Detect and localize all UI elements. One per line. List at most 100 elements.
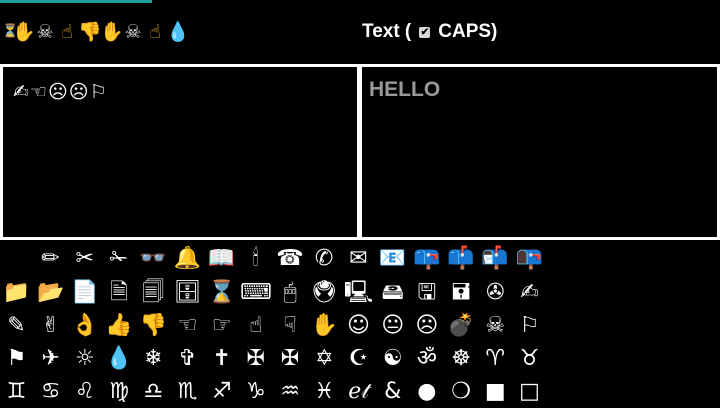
raised-hand-icon: ✋ bbox=[12, 21, 36, 43]
glyph-key[interactable]: ☝ bbox=[239, 310, 272, 342]
glyph-key[interactable]: ♊ bbox=[0, 376, 33, 408]
glyph-key[interactable]: ✋ bbox=[308, 310, 341, 342]
glyph-key[interactable]: ॐ bbox=[410, 343, 443, 375]
glyph-key[interactable]: 🔔 bbox=[171, 243, 204, 275]
glyph-key[interactable]: ☞ bbox=[205, 310, 238, 342]
pointing-up-icon: ☝ bbox=[61, 21, 73, 43]
glyph-key[interactable]: ✈ bbox=[34, 343, 67, 375]
pointing-up-icon: ☝ bbox=[149, 21, 161, 43]
glyph-key[interactable]: ☜ bbox=[171, 310, 204, 342]
droplet-icon: 💧 bbox=[166, 21, 190, 43]
plain-text-output: HELLO bbox=[369, 78, 441, 101]
glyph-key[interactable]: ● bbox=[410, 376, 443, 408]
glyph-keyboard: ✏ ✂ ✁ 👓 🔔 📖 🕯 ☎ ✆ ✉ 📧 📪 📫 📬 📭 📁 📂 📄 🗎 🗐 🗄 ⌛ ⌨ 🖱 🖲 🖳 🖴 🖫 🖬 ✇ ✍ ✎ ✌ 👌 👍 👎 ☜ ☞ ☝ ☟… bbox=[0, 243, 720, 405]
glyph-key[interactable]: ⌛ bbox=[205, 277, 238, 309]
glyph-key[interactable]: 🖴 bbox=[376, 277, 409, 309]
glyph-key[interactable]: ♑ bbox=[239, 376, 272, 408]
glyph-key[interactable]: ✝ bbox=[205, 343, 238, 375]
glyph-key[interactable]: □ bbox=[513, 376, 546, 408]
glyph-key[interactable]: 📂 bbox=[34, 277, 67, 309]
glyph-key[interactable]: ♐ bbox=[205, 376, 238, 408]
glyph-key[interactable]: 🖳 bbox=[342, 277, 375, 309]
glyph-key[interactable]: ♎ bbox=[137, 376, 170, 408]
editor-panes: ✍☜☹☹⚐ HELLO bbox=[0, 64, 720, 240]
thumbs-down-icon: 👎 bbox=[78, 21, 102, 43]
glyph-key[interactable]: ☎ bbox=[273, 243, 306, 275]
glyph-key[interactable]: ❄ bbox=[137, 343, 170, 375]
glyph-key[interactable]: ✠ bbox=[239, 343, 272, 375]
caps-toggle[interactable]: Text ( ✔ CAPS) bbox=[362, 18, 497, 46]
glyph-key[interactable]: 📭 bbox=[513, 243, 546, 275]
hourglass-icon: ⏳ bbox=[2, 24, 19, 39]
glyph-key[interactable]: ♋ bbox=[34, 376, 67, 408]
glyph-key[interactable]: & bbox=[376, 376, 409, 408]
glyph-key[interactable]: ⚑ bbox=[0, 343, 33, 375]
glyph-row: ⚑ ✈ ☼ 💧 ❄ ✞ ✝ ✠ ✠ ✡ ☪ ☯ ॐ ☸ ♈ ♉ bbox=[0, 343, 720, 375]
glyph-key[interactable]: 🖲 bbox=[308, 277, 341, 309]
glyph-key[interactable]: 👎 bbox=[137, 310, 170, 342]
glyph-key[interactable]: ✏ bbox=[34, 243, 67, 275]
glyph-key[interactable]: ☼ bbox=[68, 343, 101, 375]
caps-checkbox[interactable]: ✔ bbox=[419, 26, 431, 38]
glyph-key[interactable]: 🗎 bbox=[103, 277, 136, 309]
caps-label-prefix: Text ( bbox=[362, 21, 412, 42]
glyph-key[interactable]: 📖 bbox=[205, 243, 238, 275]
glyph-key[interactable]: 😐 bbox=[376, 310, 409, 342]
glyph-key[interactable]: 📪 bbox=[410, 243, 443, 275]
glyph-key[interactable]: ☸ bbox=[445, 343, 478, 375]
glyph-key[interactable]: 📧 bbox=[376, 243, 409, 275]
skull-crossbones-icon: ☠ bbox=[36, 21, 54, 43]
glyph-key[interactable]: ✡ bbox=[308, 343, 341, 375]
glyph-row: ✏ ✂ ✁ 👓 🔔 📖 🕯 ☎ ✆ ✉ 📧 📪 📫 📬 📭 bbox=[0, 243, 720, 275]
glyph-key[interactable]: ⚐ bbox=[513, 310, 546, 342]
glyph-key[interactable]: ✍ bbox=[513, 277, 546, 309]
glyph-key[interactable]: ♏ bbox=[171, 376, 204, 408]
glyph-key[interactable]: ⌨ bbox=[239, 277, 272, 309]
glyph-key[interactable]: 🖬 bbox=[445, 277, 478, 309]
glyph-key[interactable]: 💧 bbox=[103, 343, 136, 375]
glyph-key[interactable]: ☟ bbox=[274, 310, 307, 342]
glyph-key[interactable]: ☺ bbox=[342, 310, 375, 342]
glyph-key[interactable]: ❍ bbox=[445, 376, 478, 408]
glyph-key[interactable]: 📫 bbox=[444, 243, 477, 275]
glyph-key[interactable]: ✆ bbox=[308, 243, 341, 275]
glyph-key[interactable]: 👓 bbox=[137, 243, 170, 275]
glyph-key[interactable]: 🗄 bbox=[171, 277, 204, 309]
glyph-row: ♊ ♋ ♌ ♍ ♎ ♏ ♐ ♑ ♒ ♓ ℯ𝓉 & ● ❍ ■ □ bbox=[0, 376, 720, 408]
glyph-key[interactable]: ♌ bbox=[68, 376, 101, 408]
glyph-key[interactable]: ✠ bbox=[274, 343, 307, 375]
glyph-key[interactable]: ♍ bbox=[103, 376, 136, 408]
glyph-key[interactable]: 👌 bbox=[68, 310, 101, 342]
glyph-key[interactable]: ✉ bbox=[342, 243, 375, 275]
glyph-key[interactable]: 📄 bbox=[68, 277, 101, 309]
glyph-key[interactable]: ☪ bbox=[342, 343, 375, 375]
glyph-key[interactable]: ✞ bbox=[171, 343, 204, 375]
wingdings-input-pane[interactable]: ✍☜☹☹⚐ bbox=[3, 67, 357, 237]
glyph-key[interactable]: ♓ bbox=[308, 376, 341, 408]
glyph-key[interactable]: 📁 bbox=[0, 277, 33, 309]
glyph-key[interactable]: ✎ bbox=[0, 310, 33, 342]
glyph-key[interactable]: 🖫 bbox=[410, 277, 443, 309]
glyph-key[interactable]: 🖱 bbox=[274, 277, 307, 309]
glyph-key[interactable]: 🗐 bbox=[137, 277, 170, 309]
glyph-key[interactable]: 📬 bbox=[479, 243, 512, 275]
glyph-key[interactable]: 👍 bbox=[103, 310, 136, 342]
glyph-key[interactable]: ■ bbox=[479, 376, 512, 408]
glyph-key[interactable]: ☯ bbox=[376, 343, 409, 375]
glyph-key[interactable]: 🕯 bbox=[239, 243, 272, 275]
glyph-key[interactable]: ✇ bbox=[479, 277, 512, 309]
glyph-key[interactable]: ℯ𝓉 bbox=[342, 376, 375, 408]
glyph-key[interactable]: ♒ bbox=[274, 376, 307, 408]
glyph-key[interactable]: 💣 bbox=[445, 310, 478, 342]
glyph-key[interactable]: ♉ bbox=[513, 343, 546, 375]
glyph-key[interactable]: ✌ bbox=[34, 310, 67, 342]
glyph-key[interactable]: ☹ bbox=[410, 310, 443, 342]
plain-text-pane[interactable]: HELLO bbox=[362, 67, 717, 237]
glyph-key[interactable]: ♈ bbox=[479, 343, 512, 375]
glyph-key[interactable]: ✁ bbox=[102, 243, 135, 275]
wingdings-text: ✍☜☹☹⚐ bbox=[13, 81, 108, 103]
glyph-row: 📁 📂 📄 🗎 🗐 🗄 ⌛ ⌨ 🖱 🖲 🖳 🖴 🖫 🖬 ✇ ✍ bbox=[0, 277, 720, 309]
glyph-key[interactable]: ☠ bbox=[479, 310, 512, 342]
caps-label-suffix: CAPS) bbox=[438, 21, 498, 42]
glyph-key[interactable]: ✂ bbox=[68, 243, 101, 275]
